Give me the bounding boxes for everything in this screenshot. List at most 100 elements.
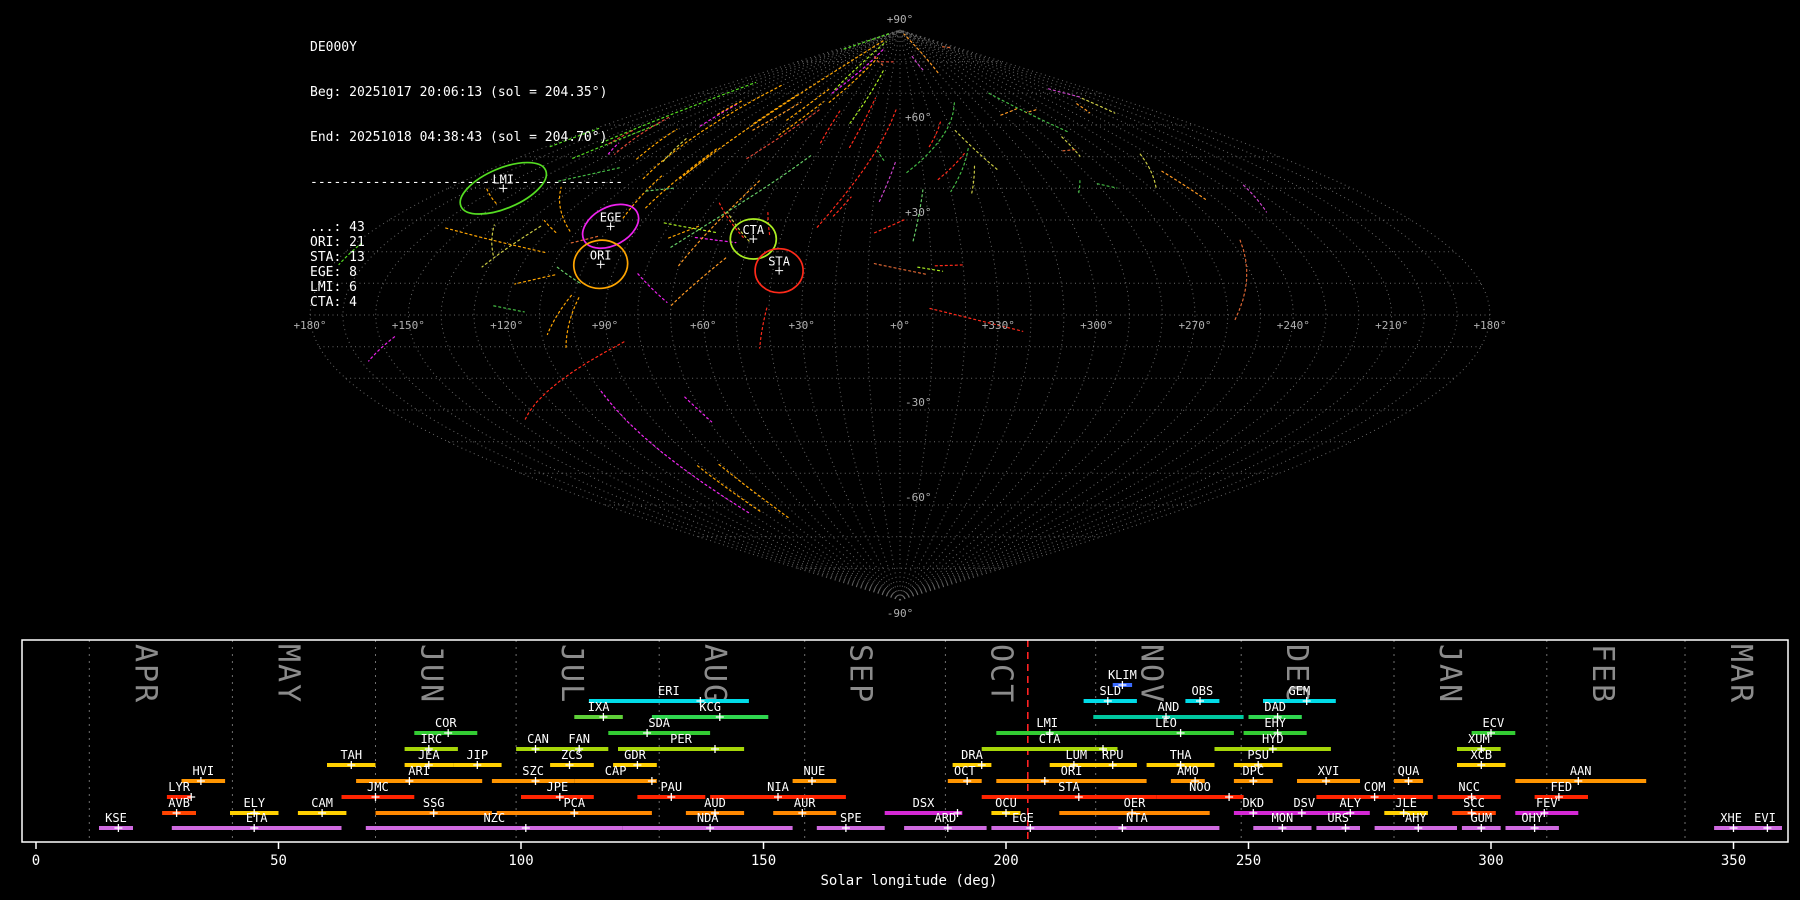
shower-label: OBS — [1192, 684, 1214, 698]
shower-label: GDR — [624, 748, 646, 762]
lon-label: +60° — [690, 319, 717, 332]
peak-marker-icon — [429, 809, 438, 817]
timeline-chart: APR MAY JUN JUL AUG SEP OCT NOV DEC JAN FEB MARKLIM… — [21, 639, 1789, 889]
meteor-trail — [786, 86, 832, 121]
peak-marker-icon — [715, 713, 724, 721]
x-tick-label: 150 — [751, 853, 776, 869]
shower-label: PSU — [1247, 748, 1269, 762]
meteor-trail — [937, 153, 965, 181]
info-block: DE000Y Beg: 20251017 20:06:13 (sol = 204… — [310, 10, 623, 310]
month-label: OCT — [983, 644, 1018, 704]
shower-label: ALY — [1339, 796, 1361, 810]
peak-marker-icon — [647, 777, 656, 785]
meteor-trail — [911, 55, 925, 72]
meteor-trail — [917, 266, 944, 272]
month-label: NOV — [1134, 644, 1169, 704]
peak-marker-icon — [1108, 761, 1117, 769]
meteor-trail — [843, 32, 892, 50]
peak-marker-icon — [963, 777, 972, 785]
radiant-label: STA — [768, 255, 790, 269]
peak-marker-icon — [318, 809, 327, 817]
shower-label: MON — [1272, 811, 1294, 825]
shower-label: AUR — [794, 796, 816, 810]
meteor-trail — [950, 148, 969, 193]
meteor-trail — [663, 222, 717, 233]
count-line: STA: 13 — [310, 250, 365, 265]
shower-label: CAN — [527, 732, 549, 746]
meteor-trail — [368, 336, 396, 362]
shower-label: ETA — [246, 811, 268, 825]
month-label: JUL — [554, 644, 589, 704]
peak-marker-icon — [531, 745, 540, 753]
peak-marker-icon — [1176, 729, 1185, 737]
meteor-trail — [759, 307, 768, 349]
meteor-trail — [637, 273, 668, 303]
shower-label: DRA — [961, 748, 983, 762]
peak-marker-icon — [711, 745, 719, 753]
peak-marker-icon — [1297, 809, 1306, 817]
shower-label: AHY — [1405, 811, 1427, 825]
lon-label: +180° — [293, 319, 326, 332]
shower-label: PAU — [660, 780, 682, 794]
peak-marker-icon — [1118, 824, 1127, 832]
count-line: EGE: 8 — [310, 265, 357, 280]
meteor-trail — [1078, 179, 1081, 194]
shower-label: PCA — [563, 796, 585, 810]
peak-marker-icon — [706, 824, 715, 832]
peak-marker-icon — [667, 793, 676, 801]
peak-marker-icon — [196, 777, 205, 785]
shower-label: NOO — [1189, 780, 1211, 794]
shower-label: ARD — [935, 811, 957, 825]
meteor-trail — [752, 101, 802, 131]
peak-marker-icon — [347, 761, 356, 769]
month-label: MAR — [1723, 644, 1758, 704]
meteor-trail — [718, 463, 790, 519]
plot-canvas: LMI EGE ORI CTA STA +180° +150° +120° +90° +60° +3… — [21, 13, 1789, 889]
shower-label: DAD — [1264, 700, 1286, 714]
shower-label: ZCS — [561, 748, 583, 762]
meteor-trail — [878, 161, 896, 202]
peak-marker-icon — [841, 824, 850, 832]
meridian-line — [670, 29, 901, 601]
meteor-trail — [876, 149, 885, 161]
peak-marker-icon — [1370, 793, 1379, 801]
meteor-trail — [699, 103, 739, 127]
shower-label: LMI — [1036, 716, 1058, 730]
meteor-trail — [1242, 184, 1268, 213]
shower-label: AVB — [168, 796, 190, 810]
meteor-trail — [873, 56, 884, 66]
shower-label: STA — [1058, 780, 1080, 794]
peak-marker-icon — [405, 777, 414, 785]
x-tick-label: 50 — [270, 853, 287, 869]
shower-label: OCU — [995, 796, 1017, 810]
shower-label: TAH — [340, 748, 362, 762]
shower-label: ELY — [243, 796, 265, 810]
meteor-trail — [903, 33, 939, 74]
radiant-label: CTA — [742, 223, 764, 237]
peak-marker-icon — [1404, 777, 1413, 785]
shower-label: FEV — [1536, 796, 1558, 810]
meteor-trail — [1096, 183, 1118, 189]
lon-label: +0° — [890, 319, 910, 332]
meteor-trail — [1076, 103, 1091, 114]
shower-label: RPU — [1102, 748, 1124, 762]
shower-label: IRC — [420, 732, 442, 746]
pole-label-top: +90° — [887, 13, 914, 26]
shower-label: OCT — [954, 764, 976, 778]
peak-marker-icon — [565, 761, 574, 769]
shower-label: COR — [435, 716, 457, 730]
shower-label: FED — [1550, 780, 1572, 794]
meteor-trail — [954, 129, 999, 171]
month-label: FEB — [1585, 644, 1620, 704]
shower-label: ORI — [1061, 764, 1083, 778]
meteor-trail — [832, 196, 852, 217]
lon-label: +180° — [1473, 319, 1506, 332]
shower-label: NZC — [483, 811, 505, 825]
peak-marker-icon — [1249, 809, 1258, 817]
meteor-trail — [834, 41, 887, 91]
meteor-trail — [873, 263, 927, 275]
shower-label: ARI — [408, 764, 430, 778]
meteor-trail — [684, 396, 713, 423]
peak-marker-icon — [1249, 777, 1258, 785]
meteor-trail — [819, 108, 842, 144]
